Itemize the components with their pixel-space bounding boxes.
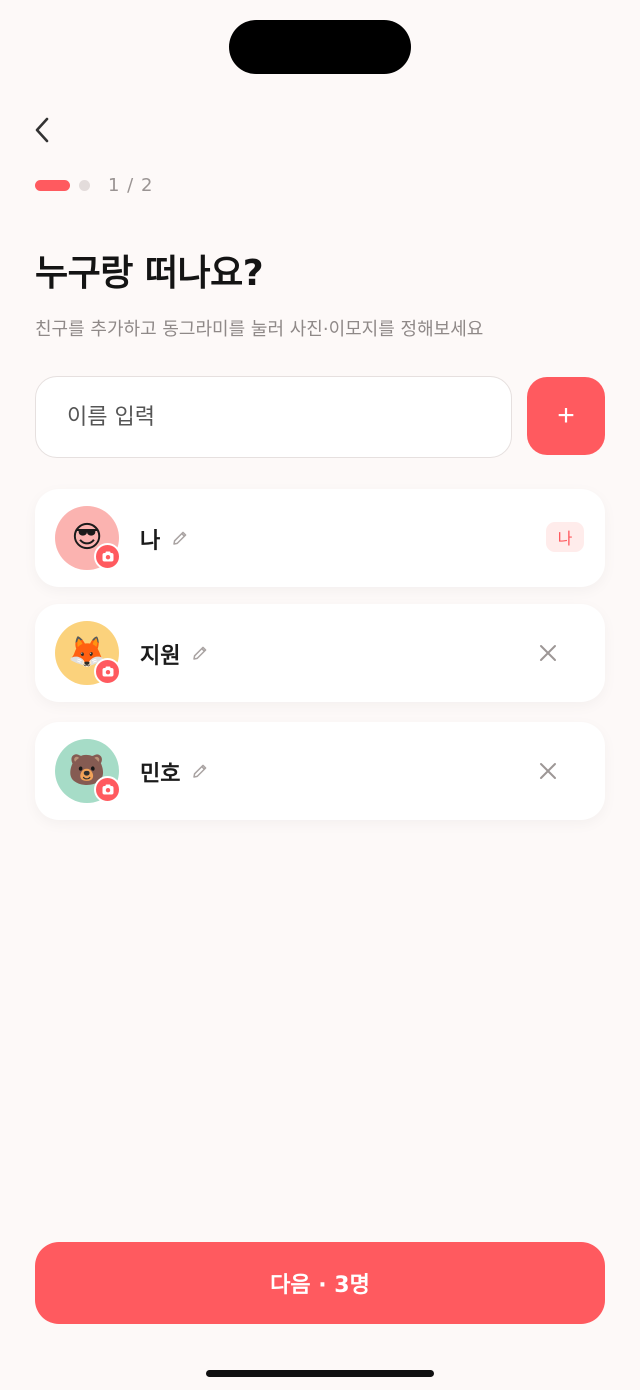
change-photo-button[interactable] — [94, 658, 121, 685]
progress-step-inactive — [79, 179, 90, 191]
me-badge: 나 — [546, 522, 584, 552]
page-title: 누구랑 떠나요? — [35, 253, 264, 294]
page-subtitle: 친구를 추가하고 동그라미를 눌러 사진·이모지를 정해보세요 — [35, 319, 484, 340]
camera-icon — [102, 666, 113, 677]
member-card-me: 😎 나 나 — [35, 489, 605, 587]
remove-member-button[interactable] — [533, 638, 563, 668]
member-name: 민호 — [140, 762, 181, 787]
back-arrow-icon — [35, 117, 49, 143]
back-button[interactable] — [22, 110, 62, 150]
pencil-icon[interactable] — [191, 762, 209, 780]
camera-icon — [102, 784, 113, 795]
change-photo-button[interactable] — [94, 776, 121, 803]
pencil-icon[interactable] — [191, 644, 209, 662]
member-name: 나 — [140, 529, 161, 554]
member-name: 지원 — [140, 644, 181, 669]
progress-step-active — [35, 179, 70, 191]
change-photo-button[interactable] — [94, 543, 121, 570]
next-button[interactable]: 다음 · 3명 — [35, 1242, 605, 1324]
step-progress: 1 / 2 — [35, 174, 153, 196]
name-input[interactable] — [35, 376, 512, 458]
status-bar — [0, 0, 640, 90]
remove-member-button[interactable] — [533, 756, 563, 786]
add-member-button[interactable]: + — [527, 377, 605, 455]
camera-icon — [102, 551, 113, 562]
pencil-icon[interactable] — [171, 529, 189, 547]
member-card: 🦊 지원 — [35, 604, 605, 702]
home-indicator — [206, 1370, 434, 1377]
dynamic-island — [229, 20, 411, 74]
close-icon — [540, 763, 556, 779]
close-icon — [540, 645, 556, 661]
member-card: 🐻 민호 — [35, 722, 605, 820]
step-counter: 1 / 2 — [108, 174, 154, 196]
